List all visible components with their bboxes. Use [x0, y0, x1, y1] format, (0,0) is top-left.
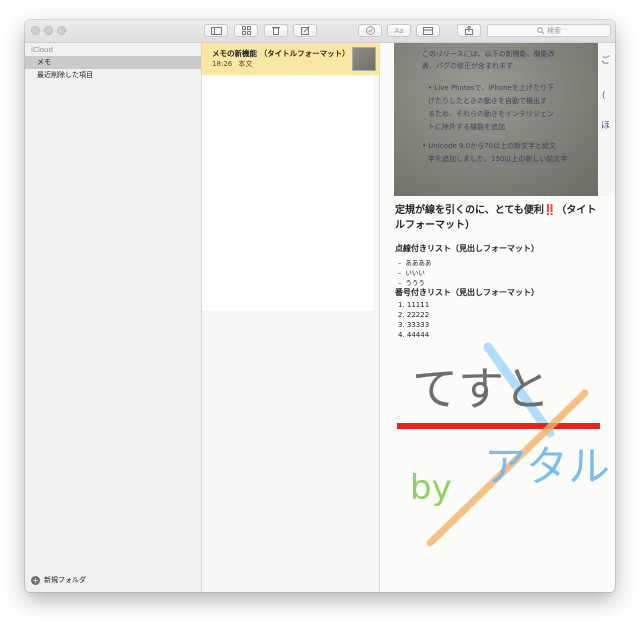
note-title: メモの新機能 （タイトルフォーマット）: [212, 49, 350, 58]
photo-text-line: • Unicode 9.0から70以上の新文字と絵文: [422, 142, 557, 150]
notes-window: Aa 検索 iCloud メモ 最近削除した項目 + 新規フォルダ メモの新機能…: [25, 20, 615, 592]
trash-icon: [272, 27, 280, 35]
list-item-text: ううう: [405, 279, 425, 287]
list-dash: –: [398, 279, 402, 287]
numbered-item: 1. 11111: [398, 301, 430, 309]
new-folder-button[interactable]: + 新規フォルダ: [31, 575, 86, 585]
plus-icon: +: [31, 575, 40, 585]
attach-button[interactable]: [416, 24, 440, 37]
checklist-icon: [365, 26, 375, 35]
list-dash: –: [398, 259, 402, 267]
handwriting-by: by: [410, 468, 452, 508]
list-dash: –: [398, 269, 402, 277]
numbered-list-heading: 番号付きリスト（見出しフォーマット）: [395, 288, 539, 297]
titlebar: Aa 検索: [25, 20, 615, 43]
share-icon: [465, 26, 473, 35]
minimize-window-button[interactable]: [44, 26, 53, 35]
sidebar: iCloud メモ 最近削除した項目 + 新規フォルダ: [25, 43, 202, 592]
photo-text-line: トに除外する機能を追加: [428, 123, 505, 131]
compose-icon: [300, 26, 310, 35]
list-item: – ううう: [398, 277, 425, 287]
photo-text-line: 字を追加しました。150以上の新しい絵文字: [428, 155, 568, 163]
search-field[interactable]: 検索: [487, 24, 611, 37]
note-editor[interactable]: このリリースには、以下の新機能、機能改 善、バグの修正が含まれます • Live…: [380, 43, 615, 592]
close-window-button[interactable]: [31, 26, 40, 35]
handwriting-ataru: アタル: [484, 442, 610, 491]
gallery-view-button[interactable]: [234, 24, 258, 37]
heading-text: 定規が線を引くのに、とても便利: [395, 205, 544, 216]
photo-text-line: • Live Photosで、iPhoneを上げたり下: [428, 84, 554, 92]
exclamation-emoji: ‼️: [543, 205, 557, 216]
note-heading: 定規が線を引くのに、とても便利‼️（タイトルフォーマット）: [395, 203, 605, 233]
photo-edge: ご ( ほ: [598, 43, 615, 196]
note-preview: 本文: [238, 60, 253, 68]
sidebar-toggle-button[interactable]: [204, 24, 228, 37]
list-item: – いいい: [398, 267, 425, 277]
delete-button[interactable]: [264, 24, 288, 37]
search-placeholder: 検索: [547, 26, 561, 35]
table-icon: [423, 26, 433, 35]
photo-text-line: げたりしたときの動きを自動で検出す: [428, 97, 547, 105]
handwriting-tesuto: てすと: [412, 362, 550, 416]
gallery-icon: [241, 26, 251, 35]
sidebar-item-notes[interactable]: メモ: [25, 56, 201, 69]
zoom-window-button[interactable]: [57, 26, 66, 35]
compose-button[interactable]: [293, 24, 317, 37]
bullet-list-heading: 点線付きリスト（見出しフォーマット）: [395, 244, 539, 253]
photo-text-line: このリリースには、以下の新機能、機能改: [422, 50, 555, 58]
note-list-background: [202, 75, 374, 311]
list-item-text: いいい: [405, 269, 425, 277]
note-thumbnail: [352, 47, 376, 71]
format-button[interactable]: Aa: [387, 24, 411, 37]
sidebar-toggle-icon: [210, 26, 222, 35]
account-header: iCloud: [31, 46, 53, 54]
red-ruler-line: [397, 423, 600, 429]
list-item: – ああああ: [398, 257, 431, 267]
note-time: 18:26: [212, 60, 233, 68]
note-meta: 18:26 本文: [212, 59, 252, 69]
list-item-text: ああああ: [405, 259, 432, 267]
note-list: メモの新機能 （タイトルフォーマット） 18:26 本文: [202, 43, 380, 592]
checklist-button[interactable]: [358, 24, 382, 37]
numbered-item: 2. 22222: [398, 311, 430, 319]
numbered-item: 3. 33333: [398, 321, 430, 329]
photo-text-line: 善、バグの修正が含まれます: [422, 62, 513, 70]
share-button[interactable]: [457, 24, 481, 37]
embedded-photo[interactable]: このリリースには、以下の新機能、機能改 善、バグの修正が含まれます • Live…: [394, 43, 602, 196]
note-list-item[interactable]: メモの新機能 （タイトルフォーマット） 18:26 本文: [202, 43, 379, 75]
new-folder-label: 新規フォルダ: [44, 576, 86, 584]
sketch-drawing[interactable]: てすと by アタル: [380, 333, 615, 563]
photo-text-line: るため、それらの動きをインテリジェン: [428, 110, 554, 118]
format-icon: Aa: [394, 26, 404, 35]
search-icon: [537, 27, 544, 34]
sidebar-item-recently-deleted[interactable]: 最近削除した項目: [25, 69, 201, 82]
